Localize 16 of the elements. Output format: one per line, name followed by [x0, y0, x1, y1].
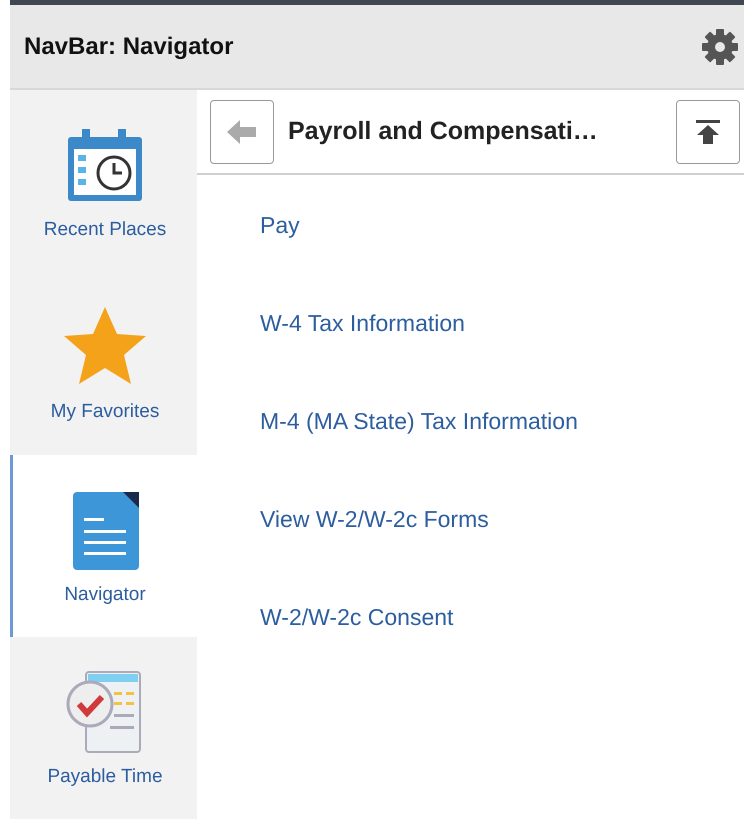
- back-button[interactable]: [210, 100, 274, 164]
- navigator-link[interactable]: View W-2/W-2c Forms: [260, 505, 744, 533]
- navigator-link[interactable]: Pay: [260, 211, 744, 239]
- scroll-top-button[interactable]: [676, 100, 740, 164]
- sidebar-item[interactable]: My Favorites: [10, 272, 197, 454]
- navbar-title: NavBar: Navigator: [24, 32, 234, 60]
- navigator-link[interactable]: W-2/W-2c Consent: [260, 603, 744, 631]
- navigator-link[interactable]: W-4 Tax Information: [260, 309, 744, 337]
- navigator-link[interactable]: M-4 (MA State) Tax Information: [260, 407, 744, 435]
- sidebar-item[interactable]: Payable Time: [10, 636, 197, 819]
- panel-title: Payroll and Compensati…: [288, 117, 599, 146]
- sidebar-item[interactable]: Navigator: [10, 454, 197, 637]
- sidebar-item[interactable]: Recent Places: [10, 90, 197, 272]
- scroll-top-icon: [695, 118, 721, 144]
- settings-icon[interactable]: [700, 26, 740, 66]
- left-arrow-icon: [227, 118, 257, 144]
